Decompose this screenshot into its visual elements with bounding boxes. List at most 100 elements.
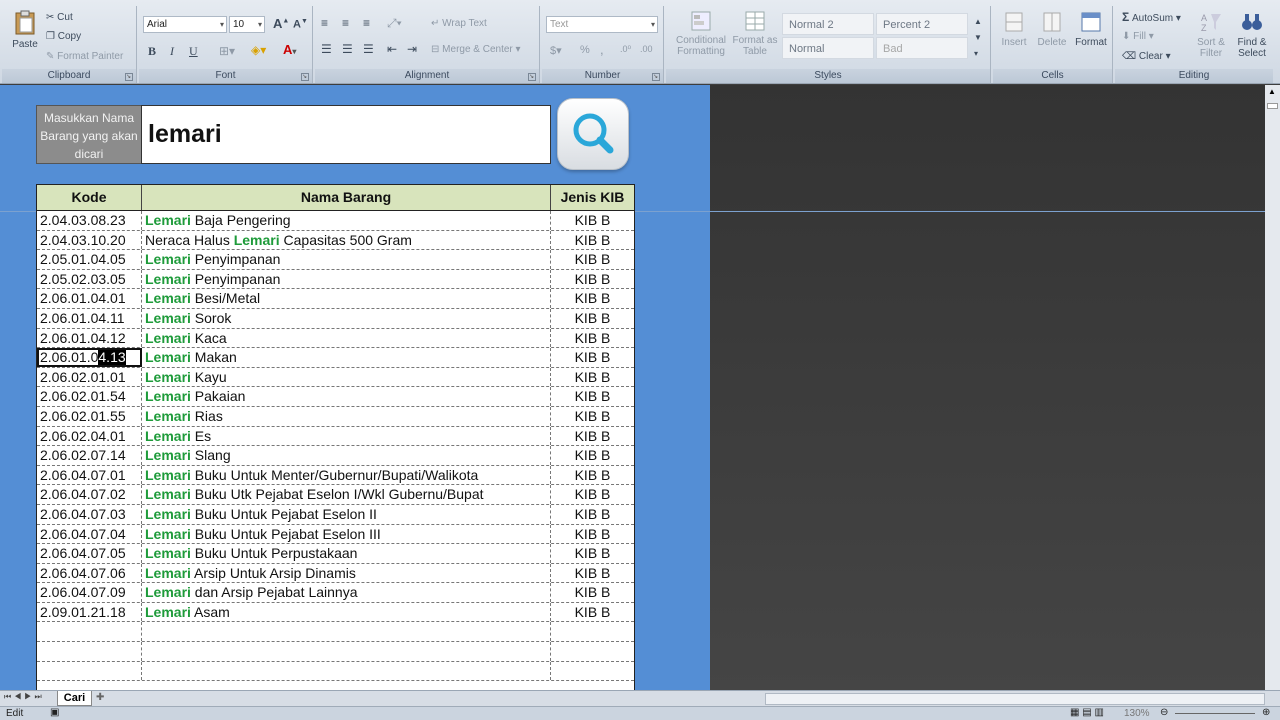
cell-kode[interactable]: 2.06.01.04.13 [37,348,142,367]
empty-cell[interactable] [551,642,634,661]
cell-kode[interactable]: 2.06.01.04.12 [37,328,142,348]
format-painter-button[interactable]: ✎ Format Painter [46,51,123,62]
vertical-scrollbar[interactable]: ▲ [1265,85,1280,690]
header-nama-barang[interactable]: Nama Barang [142,185,551,210]
grow-font-button[interactable]: A▲ [273,16,289,31]
vertical-scroll-thumb[interactable] [1267,103,1278,109]
borders-icon[interactable]: ⊞▾ [219,44,235,58]
cell-kode[interactable]: 2.05.02.03.05 [37,269,142,289]
cell-kode[interactable]: 2.05.01.04.05 [37,250,142,269]
cell-nama-barang[interactable]: Lemari Buku Untuk Menter/Gubernur/Bupati… [142,465,551,485]
align-center-icon[interactable]: ☰ [342,42,353,56]
cell-jenis-kib[interactable]: KIB B [551,544,634,563]
font-color-icon[interactable]: A▾ [283,42,296,57]
orientation-icon[interactable]: ⤢▾ [387,16,402,31]
view-buttons-icon[interactable]: ▦ ▤ ▥ [1070,707,1104,718]
font-size-select[interactable]: 10 ▾ [229,16,265,33]
cell-kode[interactable]: 2.06.04.07.02 [37,485,142,504]
conditional-formatting-button[interactable]: Conditional Formatting [668,10,734,57]
cell-nama-barang[interactable]: Lemari Penyimpanan [142,250,551,269]
zoom-in-icon[interactable]: ⊕ [1262,707,1270,718]
header-kode[interactable]: Kode [37,185,142,210]
cell-jenis-kib[interactable]: KIB B [551,603,634,622]
cell-kode[interactable]: 2.06.01.04.01 [37,289,142,308]
cell-kode[interactable]: 2.04.03.08.23 [37,211,142,230]
scroll-up-icon[interactable]: ▲ [1268,87,1276,96]
cell-jenis-kib[interactable]: KIB B [551,368,634,387]
cell-jenis-kib[interactable]: KIB B [551,329,634,348]
cell-nama-barang[interactable]: Lemari Buku Utk Pejabat Eselon I/Wkl Gub… [142,485,551,504]
cell-kode[interactable]: 2.06.02.01.01 [37,367,142,387]
top-align-icon[interactable]: ≡ [321,16,328,30]
cell-nama-barang[interactable]: Lemari Slang [142,446,551,465]
horizontal-scrollbar[interactable] [765,693,1265,705]
cell-jenis-kib[interactable]: KIB B [551,525,634,544]
cell-jenis-kib[interactable]: KIB B [551,485,634,504]
insert-button[interactable]: Insert [995,10,1033,48]
sort-filter-button[interactable]: AZ Sort & Filter [1191,10,1231,59]
increase-decimal-icon[interactable]: .0⁰ [620,44,631,55]
cut-button[interactable]: ✂ Cut [46,12,73,23]
cell-kode[interactable]: 2.06.02.04.01 [37,426,142,446]
fill-button[interactable]: ⬇ Fill ▾ [1122,31,1154,42]
cell-nama-barang[interactable]: Lemari Penyimpanan [142,269,551,289]
cell-nama-barang[interactable]: Lemari Rias [142,406,551,426]
zoom-level[interactable]: 130% [1124,708,1150,719]
copy-button[interactable]: ❐ Copy [46,31,81,42]
cell-kode[interactable]: 2.06.04.07.03 [37,504,142,524]
cell-kode[interactable]: 2.06.02.07.14 [37,446,142,465]
cell-nama-barang[interactable]: Lemari Makan [142,348,551,367]
cell-nama-barang[interactable]: Lemari Es [142,426,551,446]
empty-cell[interactable] [551,622,634,641]
cell-kode[interactable]: 2.04.03.10.20 [37,230,142,250]
decrease-decimal-icon[interactable]: .00 [640,44,653,54]
search-button[interactable] [557,98,629,170]
cell-kode[interactable]: 2.06.04.07.06 [37,563,142,583]
decrease-indent-icon[interactable]: ⇤ [387,42,397,56]
header-jenis-kib[interactable]: Jenis KIB [551,185,634,210]
align-right-icon[interactable]: ☰ [363,42,374,56]
cell-jenis-kib[interactable]: KIB B [551,505,634,524]
cell-nama-barang[interactable]: Lemari Buku Untuk Perpustakaan [142,544,551,563]
empty-cell[interactable] [142,622,551,642]
cell-kode[interactable]: 2.06.04.07.09 [37,583,142,602]
cell-nama-barang[interactable]: Lemari Arsip Untuk Arsip Dinamis [142,563,551,583]
find-select-button[interactable]: Find & Select [1231,10,1273,59]
zoom-out-icon[interactable]: ⊖ [1160,707,1168,718]
cell-nama-barang[interactable]: Lemari Besi/Metal [142,289,551,308]
fill-color-icon[interactable]: ◈▾ [251,43,266,57]
cell-nama-barang[interactable]: Lemari Sorok [142,308,551,328]
style-normal[interactable]: Normal [782,37,874,59]
cell-kode[interactable]: 2.06.01.04.11 [37,308,142,328]
cell-nama-barang[interactable]: Lemari Kaca [142,328,551,348]
style-bad[interactable]: Bad [876,37,968,59]
bold-button[interactable]: B [148,44,156,59]
cell-jenis-kib[interactable]: KIB B [551,231,634,250]
number-launcher-icon[interactable]: ↘ [652,73,660,81]
autosum-button[interactable]: Σ AutoSum ▾ [1122,10,1181,24]
font-name-select[interactable]: Arial ▾ [143,16,227,33]
align-left-icon[interactable]: ☰ [321,42,332,56]
underline-button[interactable]: U [189,44,198,59]
paste-button[interactable]: Paste [8,10,42,50]
style-percent-2[interactable]: Percent 2 [876,13,968,35]
search-input[interactable]: lemari [141,105,551,164]
sheet-nav-arrows-icon[interactable]: ⏮◀▶⏭ [4,692,45,702]
middle-align-icon[interactable]: ≡ [342,16,349,30]
macro-record-icon[interactable]: ▣ [50,707,59,718]
styles-scroll-icon[interactable]: ▲ ▼ ▾ [974,14,982,62]
empty-cell[interactable] [37,622,142,642]
cell-jenis-kib[interactable]: KIB B [551,407,634,426]
cell-jenis-kib[interactable]: KIB B [551,270,634,289]
clear-button[interactable]: ⌫ Clear ▾ [1122,51,1171,62]
empty-cell[interactable] [37,661,142,681]
cell-jenis-kib[interactable]: KIB B [551,289,634,308]
cell-nama-barang[interactable]: Lemari Kayu [142,367,551,387]
alignment-launcher-icon[interactable]: ↘ [528,73,536,81]
style-normal-2[interactable]: Normal 2 [782,13,874,35]
format-as-table-button[interactable]: Format as Table [732,10,778,57]
cell-kode[interactable]: 2.06.04.07.05 [37,544,142,563]
sheet-tab-cari[interactable]: Cari [57,691,92,706]
cell-jenis-kib[interactable]: KIB B [551,309,634,328]
cell-kode[interactable]: 2.09.01.21.18 [37,602,142,622]
